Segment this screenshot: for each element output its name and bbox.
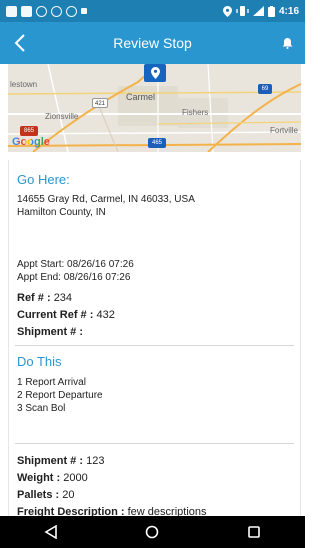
map-label-fishers: Fishers xyxy=(182,108,209,117)
notification-icons xyxy=(6,5,87,17)
location-icon xyxy=(222,5,232,17)
map-label-westown: lestown xyxy=(10,80,38,89)
ref-row: Ref # : 234 xyxy=(17,291,72,306)
divider xyxy=(15,345,294,346)
triangle-back-icon xyxy=(44,525,57,539)
go-here-title: Go Here: xyxy=(17,172,70,187)
status-bar: 4:16 xyxy=(0,0,305,22)
task-item[interactable]: 2 Report Departure xyxy=(17,389,103,402)
pallets-label: Pallets : xyxy=(17,489,60,501)
map-label-fortville: Fortville xyxy=(270,126,299,135)
freight-label: Freight Description : xyxy=(17,506,125,516)
signal-icon xyxy=(252,6,264,16)
app-bar: Review Stop xyxy=(0,22,305,64)
task-item[interactable]: 1 Report Arrival xyxy=(17,376,86,389)
page-title: Review Stop xyxy=(113,35,192,51)
dot-notification-icon xyxy=(81,8,87,14)
appt-start: Appt Start: 08/26/16 07:26 xyxy=(17,259,134,270)
skype-notification-icon xyxy=(21,5,32,17)
ref-label: Ref # : xyxy=(17,292,51,304)
google-logo: Google xyxy=(12,136,50,148)
current-ref-label: Current Ref # : xyxy=(17,309,94,321)
pallets-row: Pallets : 20 xyxy=(17,488,75,503)
do-this-title: Do This xyxy=(17,354,62,369)
back-button[interactable] xyxy=(0,22,40,64)
system-indicators: 4:16 xyxy=(222,5,299,17)
bell-icon xyxy=(282,38,292,49)
shipment-value: 123 xyxy=(86,455,105,467)
shipment-row: Shipment # : 123 xyxy=(17,454,104,469)
road-shield-865: 865 xyxy=(20,126,38,136)
shipment-label-top: Shipment # : xyxy=(17,326,84,338)
pin-icon xyxy=(150,67,160,79)
menu-notification-icon xyxy=(66,5,77,17)
system-nav-bar xyxy=(0,516,305,548)
stop-details[interactable]: Go Here: 14655 Gray Rd, Carmel, IN 46033… xyxy=(8,160,301,516)
nav-back-button[interactable] xyxy=(31,516,71,548)
notifications-button[interactable] xyxy=(277,33,297,53)
battery-icon xyxy=(267,5,275,17)
vibrate-icon xyxy=(236,6,249,16)
circle-home-icon xyxy=(146,525,159,539)
pallets-value: 20 xyxy=(62,489,75,501)
task-item[interactable]: 3 Scan Bol xyxy=(17,402,65,415)
shipment-row-top: Shipment # : xyxy=(17,325,83,340)
road-shield-69: 69 xyxy=(258,84,272,94)
back-arrow-icon xyxy=(14,34,25,52)
appt-end: Appt End: 08/26/16 07:26 xyxy=(17,272,131,283)
weight-label: Weight : xyxy=(17,472,61,484)
current-ref-value: 432 xyxy=(96,309,115,321)
ref-value: 234 xyxy=(53,292,73,304)
road-shield-421: 421 xyxy=(92,98,108,108)
freight-value: few descriptions xyxy=(127,506,207,516)
current-ref-row: Current Ref # : 432 xyxy=(17,308,115,323)
map-label-carmel: Carmel xyxy=(126,92,156,102)
sync-notification-icon xyxy=(36,5,47,17)
status-time: 4:16 xyxy=(278,5,299,17)
map-label-zionsville: Zionsville xyxy=(45,112,79,121)
road-shield-465: 465 xyxy=(148,138,166,148)
nav-recents-button[interactable] xyxy=(234,516,274,548)
compass-notification-icon xyxy=(51,5,62,17)
address-line1: 14655 Gray Rd, Carmel, IN 46033, USA xyxy=(17,194,195,205)
square-recents-icon xyxy=(248,526,260,538)
app-notification-icon xyxy=(6,5,17,17)
map-pin-icon[interactable] xyxy=(144,64,166,82)
nav-home-button[interactable] xyxy=(132,516,172,548)
map-view[interactable]: lestown Carmel Fishers Zionsville Fortvi… xyxy=(8,64,301,152)
divider xyxy=(15,443,294,444)
shipment-label: Shipment # : xyxy=(17,455,84,467)
freight-row: Freight Description : few descriptions xyxy=(17,505,207,516)
weight-value: 2000 xyxy=(63,472,88,484)
weight-row: Weight : 2000 xyxy=(17,471,88,486)
address-line2: Hamilton County, IN xyxy=(17,207,106,218)
